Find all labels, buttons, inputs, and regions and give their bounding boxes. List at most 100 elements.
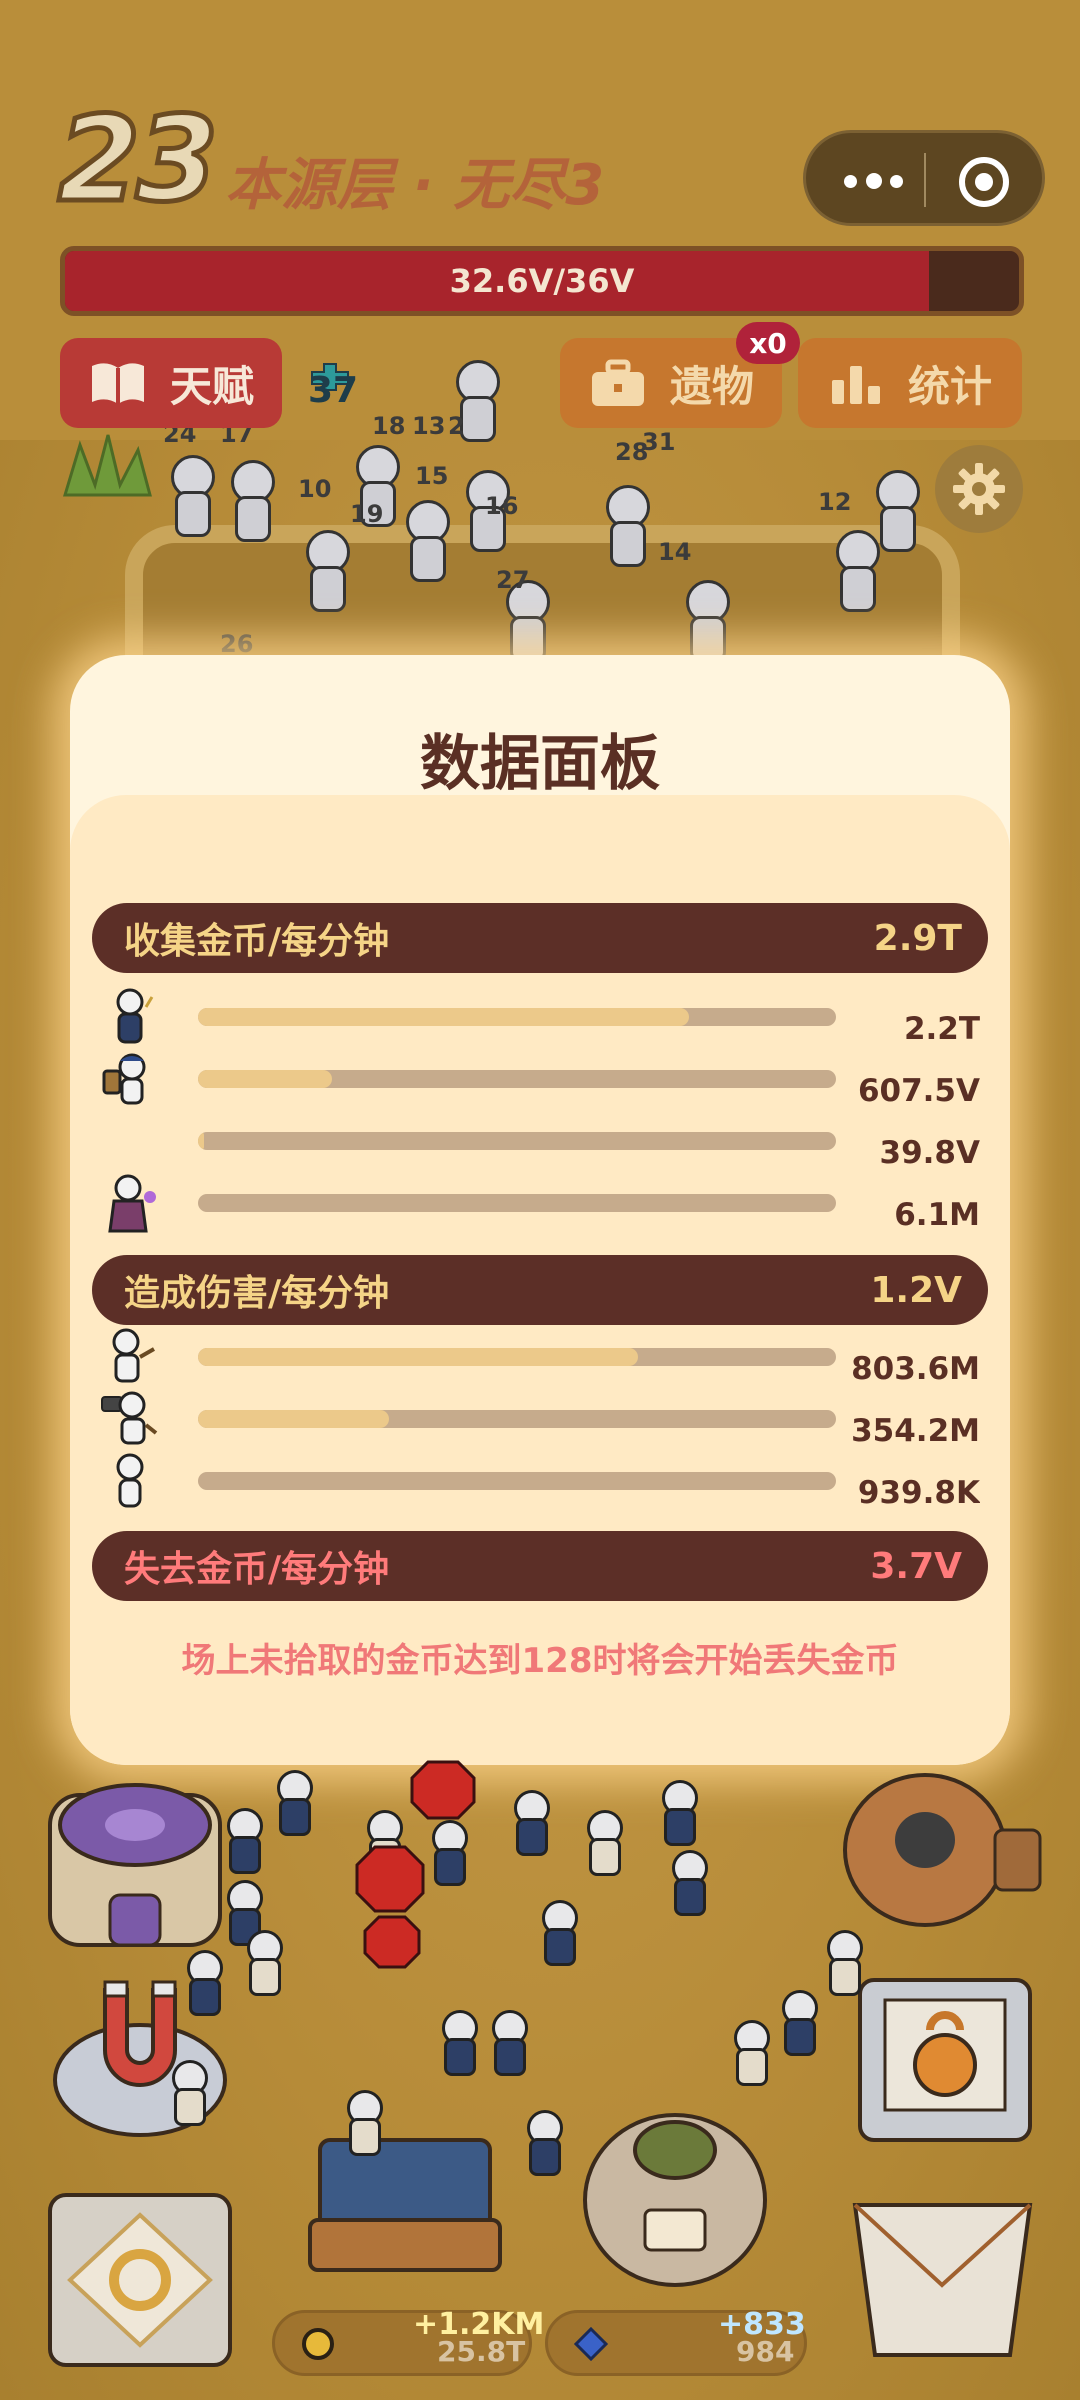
progress-track bbox=[198, 1132, 836, 1150]
villager-unit bbox=[170, 2060, 208, 2126]
fighter-unit bbox=[830, 530, 880, 612]
progress-track bbox=[198, 1472, 836, 1490]
portal-building-icon bbox=[48, 1783, 222, 1947]
kettlebell-gym-icon bbox=[858, 1978, 1032, 2142]
stat-value: 939.8K bbox=[857, 1475, 980, 1511]
damage-number: 15 bbox=[415, 462, 449, 490]
section-total: 1.2V bbox=[870, 1269, 962, 1311]
library-building-icon bbox=[583, 2113, 767, 2287]
progress-track bbox=[198, 1194, 836, 1212]
stats-label: 统计 bbox=[908, 361, 993, 411]
stat-value: 2.2T bbox=[903, 1011, 980, 1047]
section-label: 收集金币/每分钟 bbox=[124, 921, 390, 962]
talent-label: 天赋 bbox=[170, 361, 255, 411]
stat-value: 803.6M bbox=[851, 1351, 980, 1387]
gold-loss-warning: 场上未拾取的金币达到128时将会开始丢失金币 bbox=[181, 1641, 899, 1681]
progress-fill bbox=[198, 1008, 690, 1026]
gold-resource-pill: 25.8T +1.2KM bbox=[272, 2307, 544, 2376]
damage-number: 27 bbox=[496, 566, 530, 594]
progress-fill bbox=[198, 1410, 390, 1428]
workshop-building-icon bbox=[843, 1773, 1042, 1927]
market-stall-icon bbox=[308, 2138, 502, 2272]
section-label: 失去金币/每分钟 bbox=[124, 1549, 390, 1590]
porter-unit-icon bbox=[102, 1053, 146, 1105]
stat-value: 607.5V bbox=[857, 1073, 980, 1109]
fighter-unit bbox=[165, 455, 215, 537]
damage-number: 14 bbox=[658, 538, 692, 566]
damage-number: 16 bbox=[485, 492, 519, 520]
tent-building-icon bbox=[852, 2203, 1033, 2357]
briefcase-icon bbox=[592, 359, 644, 406]
stat-row: 354.2M bbox=[100, 1389, 980, 1449]
gold-coin-icon bbox=[302, 2328, 334, 2360]
section-damage: 造成伤害/每分钟 1.2V bbox=[92, 1255, 988, 1325]
villager-unit bbox=[825, 1930, 863, 1996]
fighter-unit bbox=[680, 580, 730, 662]
damage-number: 26 bbox=[220, 630, 254, 658]
mage-unit-icon bbox=[116, 988, 154, 1044]
stats-button[interactable]: 统计 bbox=[798, 338, 1022, 428]
talent-button[interactable]: 天赋 bbox=[60, 338, 282, 428]
villager-unit bbox=[275, 1770, 313, 1836]
villager-unit bbox=[540, 1900, 578, 1966]
fighter-unit bbox=[300, 530, 350, 612]
villager-unit bbox=[490, 2010, 528, 2076]
progress-track bbox=[198, 1070, 836, 1088]
wizard-unit-icon bbox=[108, 1174, 156, 1233]
section-label: 造成伤害/每分钟 bbox=[124, 1273, 390, 1314]
damage-number: 19 bbox=[350, 500, 384, 528]
gem-resource-pill: 984 +833 bbox=[545, 2307, 807, 2376]
floor-title: 本源层 · 无尽3 bbox=[225, 153, 605, 218]
villager-unit bbox=[525, 2110, 563, 2176]
stat-value: 354.2M bbox=[851, 1413, 980, 1449]
damage-number: 31 bbox=[642, 428, 676, 456]
section-total: 3.7V bbox=[870, 1545, 962, 1587]
progress-fill bbox=[198, 1070, 332, 1088]
blue-gem-icon bbox=[574, 2327, 608, 2361]
book-icon bbox=[92, 363, 144, 404]
enemy-stack-icon bbox=[355, 1845, 425, 1969]
villager-unit bbox=[185, 1950, 223, 2016]
gold-gain: +1.2KM bbox=[413, 2307, 545, 2342]
section-gold-collect: 收集金币/每分钟 2.9T bbox=[92, 903, 988, 973]
enemy-icon bbox=[410, 1760, 476, 1820]
more-menu-icon[interactable] bbox=[842, 155, 932, 205]
data-panel-modal[interactable]: 数据面板 收集金币/每分钟 2.9T 2.2T 607.5V 39.8V 6.1… bbox=[70, 655, 1010, 1765]
gear-icon bbox=[953, 463, 1005, 515]
damage-number: 18 bbox=[372, 412, 406, 440]
progress-track bbox=[198, 1008, 836, 1026]
villager-unit bbox=[512, 1790, 550, 1856]
villager-unit bbox=[430, 1820, 468, 1886]
relic-label: 遗物 bbox=[670, 361, 755, 411]
stat-row: 607.5V bbox=[100, 1049, 980, 1109]
damage-number: 12 bbox=[818, 488, 852, 516]
fighter-unit bbox=[600, 485, 650, 567]
section-total: 2.9T bbox=[873, 917, 962, 959]
progress-fill bbox=[198, 1348, 639, 1366]
stat-row: 39.8V bbox=[100, 1111, 980, 1171]
progress-fill bbox=[198, 1132, 205, 1150]
mini-program-capsule[interactable] bbox=[803, 130, 1045, 226]
damage-number: 13 bbox=[412, 412, 446, 440]
hp-text: 32.6V/36V bbox=[449, 262, 635, 300]
fighter-unit bbox=[225, 460, 275, 542]
villager-unit bbox=[345, 2090, 383, 2156]
bush-icon bbox=[62, 434, 152, 497]
basic-unit-icon bbox=[116, 1453, 144, 1508]
relic-count-badge: x0 bbox=[736, 322, 800, 364]
damage-number: 2 bbox=[448, 412, 465, 440]
damage-number: 10 bbox=[298, 475, 332, 503]
villager-unit bbox=[585, 1810, 623, 1876]
settings-button[interactable] bbox=[935, 445, 1023, 533]
stat-row: 939.8K bbox=[100, 1451, 980, 1511]
stat-value: 39.8V bbox=[879, 1135, 980, 1171]
close-target-icon[interactable] bbox=[959, 157, 1009, 207]
level-indicator: 37 bbox=[308, 370, 359, 411]
villager-unit bbox=[225, 1808, 263, 1874]
villager-unit bbox=[660, 1780, 698, 1846]
progress-track bbox=[198, 1410, 836, 1428]
stat-row: 2.2T bbox=[100, 987, 980, 1047]
stat-value: 6.1M bbox=[894, 1197, 980, 1233]
fighter-unit bbox=[400, 500, 450, 582]
floor-number: 23 bbox=[55, 88, 220, 231]
